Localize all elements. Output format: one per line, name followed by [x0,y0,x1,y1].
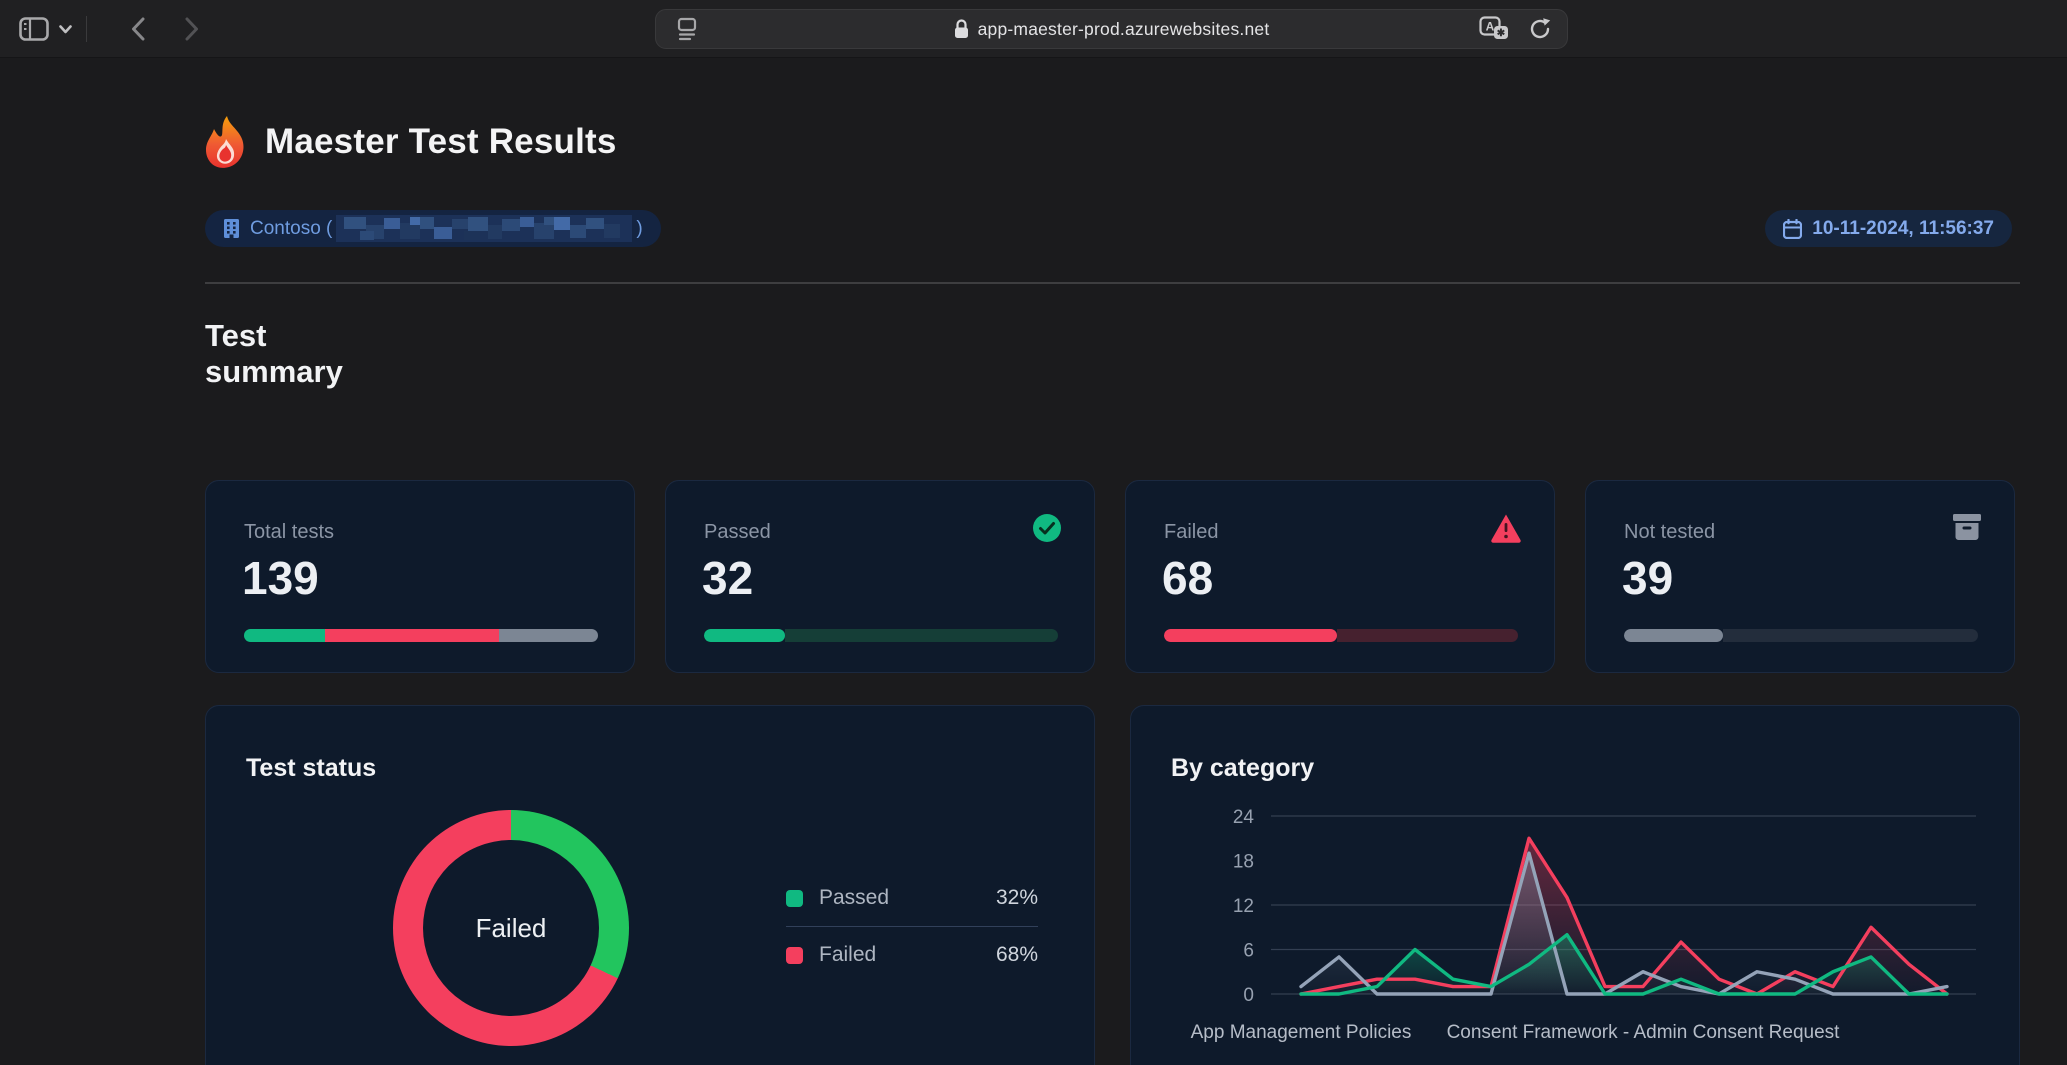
svg-text:12: 12 [1233,896,1254,917]
total-progress-bar [244,629,598,642]
flame-logo-icon [205,115,247,169]
check-circle-icon [1032,513,1062,548]
svg-text:✱: ✱ [1497,28,1506,39]
stat-label: Not tested [1624,521,1715,544]
reload-button[interactable] [1525,14,1555,44]
legend-row-passed: Passed 32% [786,870,1038,926]
sidebar-panel-icon [19,17,49,41]
tenant-name: Contoso ( [250,218,332,240]
passed-progress-bar [704,629,1058,642]
stat-value: 68 [1162,551,1213,605]
sidebar-toggle-button[interactable] [14,12,54,46]
by-category-card: By category 06121824App Management Polic… [1130,705,2020,1065]
stat-label: Failed [1164,521,1218,544]
lock-icon [954,19,969,39]
tab-overview-chevron-button[interactable] [54,12,76,46]
redacted-tenant-id [336,215,632,242]
failed-progress-bar [1164,629,1518,642]
stat-label: Total tests [244,521,334,544]
report-date-badge: 10-11-2024, 11:56:37 [1765,210,2012,247]
chevron-down-icon [59,25,72,34]
back-button[interactable] [115,9,161,49]
stat-value: 139 [242,551,319,605]
stat-card-total: Total tests 139 [205,480,635,673]
header-divider [205,282,2020,284]
browser-toolbar: app-maester-prod.azurewebsites.net A ✱ [0,0,2067,58]
legend-label: Failed [819,943,996,967]
stat-card-failed: Failed 68 [1125,480,1555,673]
legend-value: 68% [996,943,1038,967]
tenant-badge: Contoso ( ) [205,210,661,247]
svg-text:0: 0 [1243,985,1254,1006]
legend-label: Passed [819,886,996,910]
not-tested-progress-bar [1624,629,1978,642]
svg-text:18: 18 [1233,852,1254,873]
legend-row-failed: Failed 68% [786,927,1038,983]
svg-text:A: A [1486,20,1495,34]
chevron-right-icon [185,17,199,41]
test-status-title: Test status [246,754,376,783]
svg-text:App Management Policies: App Management Policies [1191,1022,1412,1043]
status-donut-chart: Failed [393,810,629,1046]
chevron-left-icon [131,17,145,41]
reload-icon [1528,17,1552,41]
translate-button[interactable]: A ✱ [1477,14,1513,44]
page-background: Maester Test Results Contoso ( [0,58,2067,1065]
tenant-close-paren: ) [636,218,642,240]
section-heading: Test summary [205,318,343,390]
stat-card-passed: Passed 32 [665,480,1095,673]
page-title: Maester Test Results [265,122,617,162]
status-legend: Passed 32% Failed 68% [786,870,1038,983]
toolbar-separator [86,16,87,42]
failed-swatch-icon [786,947,803,964]
stat-value: 32 [702,551,753,605]
svg-text:Consent Framework - Admin Cons: Consent Framework - Admin Consent Reques… [1447,1022,1841,1043]
url-text[interactable]: app-maester-prod.azurewebsites.net [978,19,1270,40]
translate-a-icon: A ✱ [1479,16,1511,42]
category-line-chart: 0 6 12 18 24 App Management Policies Consent F… [1131,706,2019,1065]
building-icon [223,218,240,239]
archive-box-icon [1952,513,1982,546]
donut-center-label: Failed [476,913,547,944]
svg-text:24: 24 [1233,807,1255,828]
passed-swatch-icon [786,890,803,907]
report-timestamp: 10-11-2024, 11:56:37 [1812,218,1994,240]
calendar-icon [1783,219,1802,239]
test-status-card: Test status Failed Passed 32% Fai [205,705,1095,1065]
stat-label: Passed [704,521,771,544]
stat-card-not-tested: Not tested 39 [1585,480,2015,673]
address-bar[interactable]: app-maester-prod.azurewebsites.net A ✱ [655,9,1568,49]
stat-value: 39 [1622,551,1673,605]
legend-value: 32% [996,886,1038,910]
forward-button[interactable] [169,9,215,49]
warning-triangle-icon [1490,513,1522,548]
svg-text:6: 6 [1243,941,1254,962]
